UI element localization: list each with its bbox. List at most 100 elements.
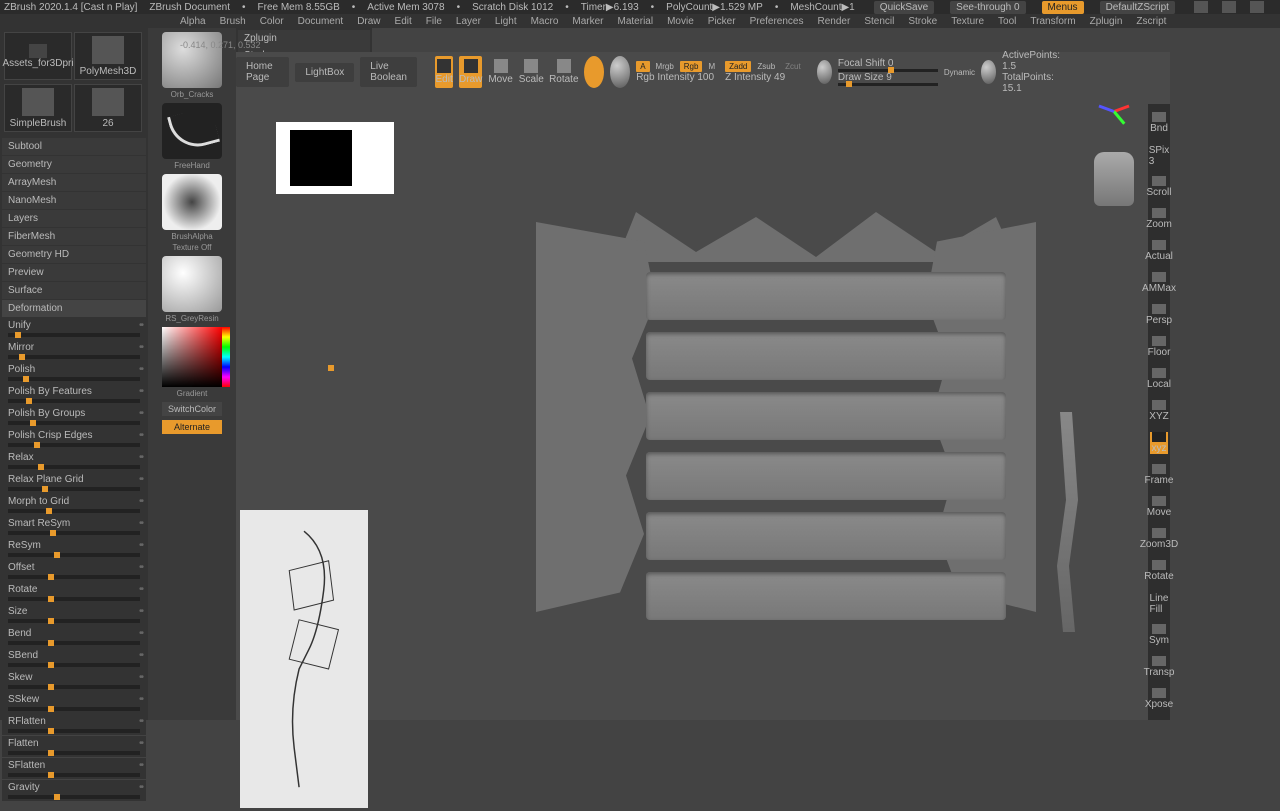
shelf-SimpleBrush[interactable]: SimpleBrush bbox=[4, 84, 72, 132]
menu-layer[interactable]: Layer bbox=[456, 16, 481, 27]
shelf-Assets_for3Dpri[interactable]: 26 bbox=[74, 84, 142, 132]
section-nanomesh[interactable]: NanoMesh bbox=[2, 192, 146, 209]
focal-icon[interactable] bbox=[817, 60, 832, 84]
slider-offset[interactable]: Offset•• bbox=[2, 560, 146, 581]
nav-bnd[interactable]: Bnd bbox=[1150, 112, 1168, 134]
menu-brush[interactable]: Brush bbox=[220, 16, 246, 27]
viewport[interactable]: BndSPix 3ScrollZoomActualAMMaxPerspFloor… bbox=[236, 52, 1170, 720]
section-preview[interactable]: Preview bbox=[2, 264, 146, 281]
stroke-thumb[interactable] bbox=[162, 103, 222, 159]
shelf-Assets_for3Dpri[interactable]: Assets_for3Dpri bbox=[4, 32, 72, 80]
menu-render[interactable]: Render bbox=[818, 16, 851, 27]
section-surface[interactable]: Surface bbox=[2, 282, 146, 299]
menu-marker[interactable]: Marker bbox=[572, 16, 603, 27]
camera-head-icon[interactable] bbox=[1094, 152, 1134, 206]
nav-sym[interactable]: Sym bbox=[1150, 624, 1168, 646]
slider-sflatten[interactable]: SFlatten•• bbox=[2, 758, 146, 779]
tab-homepage[interactable]: Home Page bbox=[236, 57, 289, 87]
nav-scroll[interactable]: Scroll bbox=[1150, 176, 1168, 198]
close-icon[interactable] bbox=[1250, 1, 1264, 13]
menu-edit[interactable]: Edit bbox=[395, 16, 412, 27]
mode-rotate[interactable]: Rotate bbox=[550, 56, 578, 88]
alpha-thumb[interactable] bbox=[162, 174, 222, 230]
menu-picker[interactable]: Picker bbox=[708, 16, 736, 27]
menu-movie[interactable]: Movie bbox=[667, 16, 694, 27]
hue-strip[interactable] bbox=[222, 327, 230, 387]
menu-draw[interactable]: Draw bbox=[357, 16, 380, 27]
axis-gizmo[interactable] bbox=[1094, 90, 1134, 130]
menu-zplugin[interactable]: Zplugin bbox=[1090, 16, 1123, 27]
quicksave-button[interactable]: QuickSave bbox=[874, 1, 934, 14]
reference-thumb[interactable] bbox=[276, 122, 394, 194]
slider-polish[interactable]: Polish•• bbox=[2, 362, 146, 383]
slider-morph-to-grid[interactable]: Morph to Grid•• bbox=[2, 494, 146, 515]
gravity-slider[interactable]: Gravity•• bbox=[2, 780, 146, 801]
section-subtool[interactable]: Subtool bbox=[2, 138, 146, 155]
shelf-PolyMesh3D[interactable]: PolyMesh3D bbox=[74, 32, 142, 80]
slider-rflatten[interactable]: RFlatten•• bbox=[2, 714, 146, 735]
nav-persp[interactable]: Persp bbox=[1150, 304, 1168, 326]
switchcolor-button[interactable]: SwitchColor bbox=[162, 402, 222, 416]
rgb-intensity[interactable]: Rgb Intensity 100 bbox=[636, 72, 719, 83]
dynamic-toggle[interactable]: Dynamic bbox=[944, 68, 975, 77]
nav-rotate[interactable]: Rotate bbox=[1150, 560, 1168, 582]
slider-resym[interactable]: ReSym•• bbox=[2, 538, 146, 559]
section-deformation[interactable]: Deformation bbox=[2, 300, 146, 317]
nav-ammax[interactable]: AMMax bbox=[1150, 272, 1168, 294]
menu-texture[interactable]: Texture bbox=[951, 16, 984, 27]
nav-spix3[interactable]: SPix 3 bbox=[1150, 144, 1168, 166]
slider-bend[interactable]: Bend•• bbox=[2, 626, 146, 647]
minimize-icon[interactable] bbox=[1194, 1, 1208, 13]
menus-toggle[interactable]: Menus bbox=[1042, 1, 1084, 14]
menu-stroke[interactable]: Stroke bbox=[908, 16, 937, 27]
material-thumb[interactable] bbox=[162, 256, 222, 312]
menu-file[interactable]: File bbox=[426, 16, 442, 27]
menu-stencil[interactable]: Stencil bbox=[864, 16, 894, 27]
menu-alpha[interactable]: Alpha bbox=[180, 16, 206, 27]
nav-zoom3d[interactable]: Zoom3D bbox=[1150, 528, 1168, 550]
seethrough-slider[interactable]: See-through 0 bbox=[950, 1, 1025, 14]
color-picker[interactable] bbox=[162, 327, 222, 387]
nav-floor[interactable]: Floor bbox=[1150, 336, 1168, 358]
nav-linefill[interactable]: Line Fill bbox=[1150, 592, 1168, 614]
slider-relax-plane-grid[interactable]: Relax Plane Grid•• bbox=[2, 472, 146, 493]
slider-rotate[interactable]: Rotate•• bbox=[2, 582, 146, 603]
default-zscript[interactable]: DefaultZScript bbox=[1100, 1, 1175, 14]
section-fibermesh[interactable]: FiberMesh bbox=[2, 228, 146, 245]
tab-lightbox[interactable]: LightBox bbox=[295, 63, 354, 82]
section-layers[interactable]: Layers bbox=[2, 210, 146, 227]
size-icon[interactable] bbox=[981, 60, 996, 84]
menu-light[interactable]: Light bbox=[495, 16, 517, 27]
section-arraymesh[interactable]: ArrayMesh bbox=[2, 174, 146, 191]
slider-flatten[interactable]: Flatten•• bbox=[2, 736, 146, 757]
slider-smart-resym[interactable]: Smart ReSym•• bbox=[2, 516, 146, 537]
menu-transform[interactable]: Transform bbox=[1030, 16, 1075, 27]
slider-size[interactable]: Size•• bbox=[2, 604, 146, 625]
sphere-icon[interactable] bbox=[610, 56, 630, 88]
menu-zscript[interactable]: Zscript bbox=[1136, 16, 1166, 27]
z-intensity[interactable]: Z Intensity 49 bbox=[725, 72, 805, 83]
maximize-icon[interactable] bbox=[1222, 1, 1236, 13]
mode-scale[interactable]: Scale bbox=[519, 56, 544, 88]
nav-xyz[interactable]: XYZ bbox=[1150, 400, 1168, 422]
gizmo-icon[interactable] bbox=[584, 56, 604, 88]
menu-macro[interactable]: Macro bbox=[531, 16, 559, 27]
slider-unify[interactable]: Unify•• bbox=[2, 318, 146, 339]
section-geometry[interactable]: Geometry bbox=[2, 156, 146, 173]
tab-liveboolean[interactable]: Live Boolean bbox=[360, 57, 417, 87]
slider-polish-by-features[interactable]: Polish By Features•• bbox=[2, 384, 146, 405]
nav-frame[interactable]: Frame bbox=[1150, 464, 1168, 486]
menu-tool[interactable]: Tool bbox=[998, 16, 1016, 27]
alternate-button[interactable]: Alternate bbox=[162, 420, 222, 434]
slider-polish-by-groups[interactable]: Polish By Groups•• bbox=[2, 406, 146, 427]
section-geometry hd[interactable]: Geometry HD bbox=[2, 246, 146, 263]
nav-fit[interactable]: xyz bbox=[1150, 432, 1168, 454]
slider-skew[interactable]: Skew•• bbox=[2, 670, 146, 691]
nav-xpose[interactable]: Xpose bbox=[1150, 688, 1168, 710]
nav-local[interactable]: Local bbox=[1150, 368, 1168, 390]
mode-move[interactable]: Move bbox=[488, 56, 512, 88]
menu-material[interactable]: Material bbox=[618, 16, 654, 27]
menu-document[interactable]: Document bbox=[298, 16, 344, 27]
slider-sbend[interactable]: SBend•• bbox=[2, 648, 146, 669]
slider-polish-crisp-edges[interactable]: Polish Crisp Edges•• bbox=[2, 428, 146, 449]
